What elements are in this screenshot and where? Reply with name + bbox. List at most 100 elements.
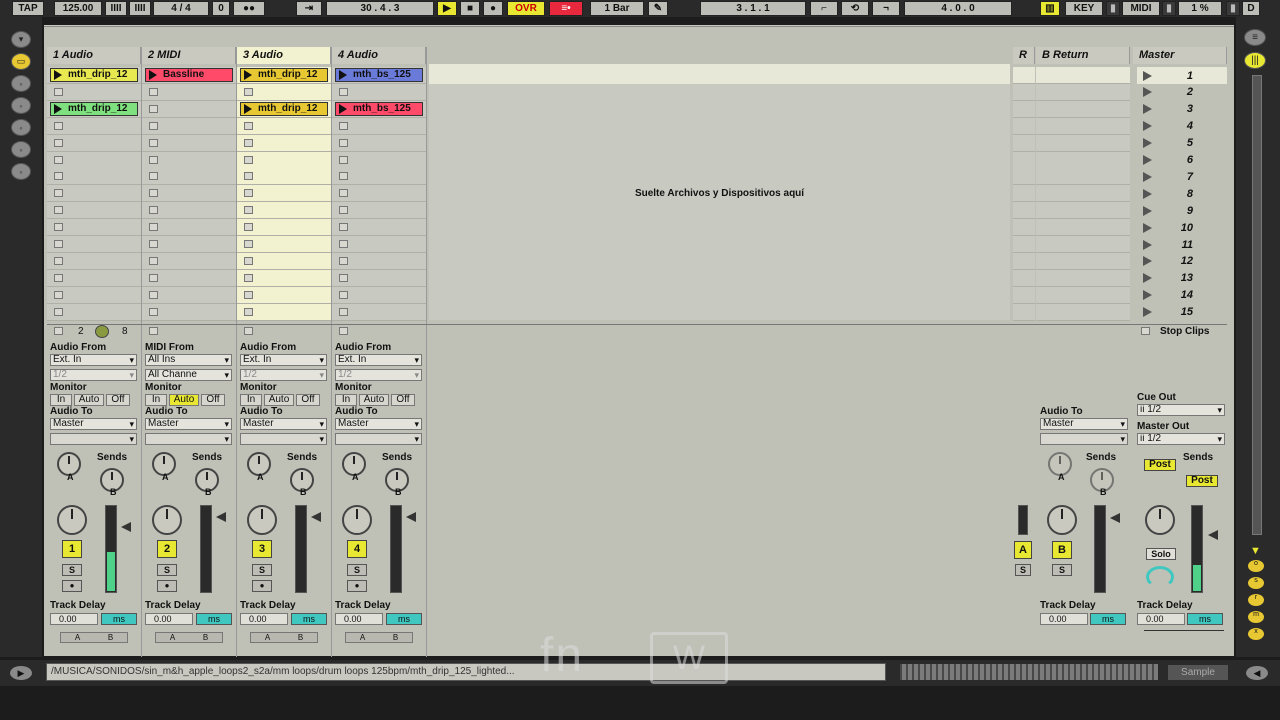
crossfade-b[interactable]: B bbox=[393, 633, 398, 642]
sample-view-button[interactable]: Sample bbox=[1168, 665, 1228, 680]
clip-stop-square[interactable] bbox=[54, 290, 63, 299]
scene-play-icon[interactable] bbox=[1143, 222, 1152, 233]
clip-slot[interactable] bbox=[142, 236, 236, 253]
solo-button[interactable]: S bbox=[62, 564, 82, 576]
file-browser-3-icon[interactable]: ◦ bbox=[11, 163, 31, 180]
punch-in-icon[interactable]: ⌐ bbox=[810, 1, 838, 16]
clip-slot[interactable] bbox=[47, 168, 141, 186]
clip-stop-square[interactable] bbox=[339, 273, 348, 282]
track-header-1[interactable]: 1 Audio bbox=[47, 47, 141, 64]
clip-slot[interactable] bbox=[47, 236, 141, 253]
clip-stop-square[interactable] bbox=[149, 189, 158, 198]
clip[interactable]: mth_drip_12 bbox=[240, 68, 328, 82]
nudge-down-icon[interactable]: IIII bbox=[105, 1, 127, 16]
track-activator-button[interactable]: 4 bbox=[347, 540, 367, 558]
clip-play-icon[interactable] bbox=[339, 70, 347, 80]
crossfade-a[interactable]: A bbox=[265, 633, 270, 642]
clip-play-icon[interactable] bbox=[244, 70, 252, 80]
clip-stop-square[interactable] bbox=[339, 155, 348, 164]
clip-play-icon[interactable] bbox=[149, 70, 157, 80]
clip-stop-square[interactable] bbox=[54, 240, 63, 248]
crossfade-b[interactable]: B bbox=[203, 633, 208, 642]
clip-slot[interactable] bbox=[237, 286, 331, 304]
arrangement-view-icon[interactable]: ||| bbox=[1244, 52, 1266, 69]
input-channel-select[interactable]: 1/2 bbox=[50, 369, 137, 381]
master-out-select[interactable]: ii 1/2 bbox=[1137, 433, 1225, 445]
output-sub-select[interactable] bbox=[335, 433, 422, 445]
clip-slot[interactable] bbox=[332, 252, 426, 270]
clip-stop-square[interactable] bbox=[54, 155, 63, 164]
clip-slot[interactable] bbox=[142, 286, 236, 304]
track-activator-button[interactable]: 1 bbox=[62, 540, 82, 558]
clip-slot[interactable] bbox=[332, 117, 426, 135]
loop-icon[interactable]: ⟲ bbox=[841, 1, 869, 16]
monitor-off-button[interactable]: Off bbox=[106, 394, 130, 406]
chevron-down-icon[interactable]: ▼ bbox=[1250, 545, 1261, 557]
clip-slot[interactable] bbox=[332, 151, 426, 169]
volume-fader[interactable] bbox=[216, 512, 226, 522]
scene-play-icon[interactable] bbox=[1143, 155, 1152, 165]
clip-slot[interactable]: mth_bs_125 bbox=[332, 67, 426, 84]
play-preview-icon[interactable]: ▶ bbox=[10, 666, 32, 680]
clip-slot[interactable] bbox=[142, 252, 236, 270]
clip-stop-square[interactable] bbox=[54, 138, 63, 147]
track-activator-button[interactable]: 3 bbox=[252, 540, 272, 558]
scene-play-icon[interactable] bbox=[1143, 273, 1152, 284]
scene-play-icon[interactable] bbox=[1143, 239, 1152, 250]
monitor-auto-button[interactable]: Auto bbox=[169, 394, 199, 406]
clip-slot[interactable] bbox=[142, 168, 236, 186]
return-b-solo[interactable]: S bbox=[1052, 564, 1072, 576]
clip-slot[interactable]: mth_drip_12 bbox=[237, 67, 331, 84]
monitor-off-button[interactable]: Off bbox=[296, 394, 320, 406]
clip-slot[interactable] bbox=[47, 219, 141, 237]
volume-fader[interactable] bbox=[406, 512, 416, 522]
clip-slot[interactable] bbox=[47, 303, 141, 321]
scene-launch[interactable]: 15 bbox=[1137, 304, 1227, 321]
clip-stop-square[interactable] bbox=[244, 206, 253, 215]
clip-play-icon[interactable] bbox=[339, 103, 347, 114]
master-pan-knob[interactable] bbox=[1145, 505, 1175, 535]
scene-launch[interactable]: 9 bbox=[1137, 202, 1227, 219]
master-delay-value[interactable]: 0.00 bbox=[1137, 613, 1185, 625]
clip-stop-square[interactable] bbox=[149, 273, 158, 282]
scene-launch[interactable]: 3 bbox=[1137, 101, 1227, 118]
monitor-in-button[interactable]: In bbox=[50, 394, 72, 406]
track-activator-button[interactable]: 2 bbox=[157, 540, 177, 558]
clip-stop-square[interactable] bbox=[244, 155, 253, 164]
clip-stop-square[interactable] bbox=[244, 256, 253, 265]
output-sub-select[interactable] bbox=[145, 433, 232, 445]
clip-slot[interactable] bbox=[142, 185, 236, 203]
pan-knob[interactable] bbox=[152, 505, 182, 535]
master-header[interactable]: Master bbox=[1133, 47, 1227, 64]
clip-stop-square[interactable] bbox=[54, 223, 63, 232]
headphone-icon[interactable] bbox=[1146, 566, 1174, 588]
clip-stop-square[interactable] bbox=[149, 206, 158, 215]
clip-stop-square[interactable] bbox=[149, 155, 158, 164]
track-delay-unit[interactable]: ms bbox=[196, 613, 232, 625]
crossfade-assign[interactable]: AB bbox=[155, 632, 223, 643]
crossfade-a[interactable]: A bbox=[170, 633, 175, 642]
clip-slot[interactable] bbox=[47, 117, 141, 135]
clip[interactable]: Bassline bbox=[145, 68, 233, 82]
metronome-button[interactable]: ●● bbox=[233, 1, 265, 16]
clip-stop-square[interactable] bbox=[149, 172, 158, 181]
draw-mode-icon[interactable]: ✎ bbox=[648, 1, 668, 16]
clip-slot[interactable]: mth_drip_12 bbox=[237, 100, 331, 118]
clip-stop-square[interactable] bbox=[149, 240, 158, 248]
clip-stop-square[interactable] bbox=[244, 87, 253, 96]
master-solo-button[interactable]: Solo bbox=[1146, 548, 1176, 560]
clip-stop-square[interactable] bbox=[149, 121, 158, 130]
output-sub-select[interactable] bbox=[50, 433, 137, 445]
clip-stop-square[interactable] bbox=[339, 87, 348, 96]
key-map-button[interactable]: KEY bbox=[1065, 1, 1103, 16]
scene-launch[interactable]: 2 bbox=[1137, 84, 1227, 101]
clip-slot[interactable] bbox=[47, 151, 141, 169]
clip-slot[interactable] bbox=[142, 134, 236, 152]
arm-button[interactable]: ● bbox=[62, 580, 82, 592]
volume-fader[interactable] bbox=[311, 512, 321, 522]
browser-icon[interactable]: ▭ bbox=[11, 53, 31, 70]
clip-slot[interactable]: mth_drip_12 bbox=[47, 100, 141, 118]
scene-play-icon[interactable] bbox=[1143, 205, 1152, 216]
stop-button-3[interactable] bbox=[244, 327, 253, 335]
clip-stop-square[interactable] bbox=[339, 223, 348, 232]
